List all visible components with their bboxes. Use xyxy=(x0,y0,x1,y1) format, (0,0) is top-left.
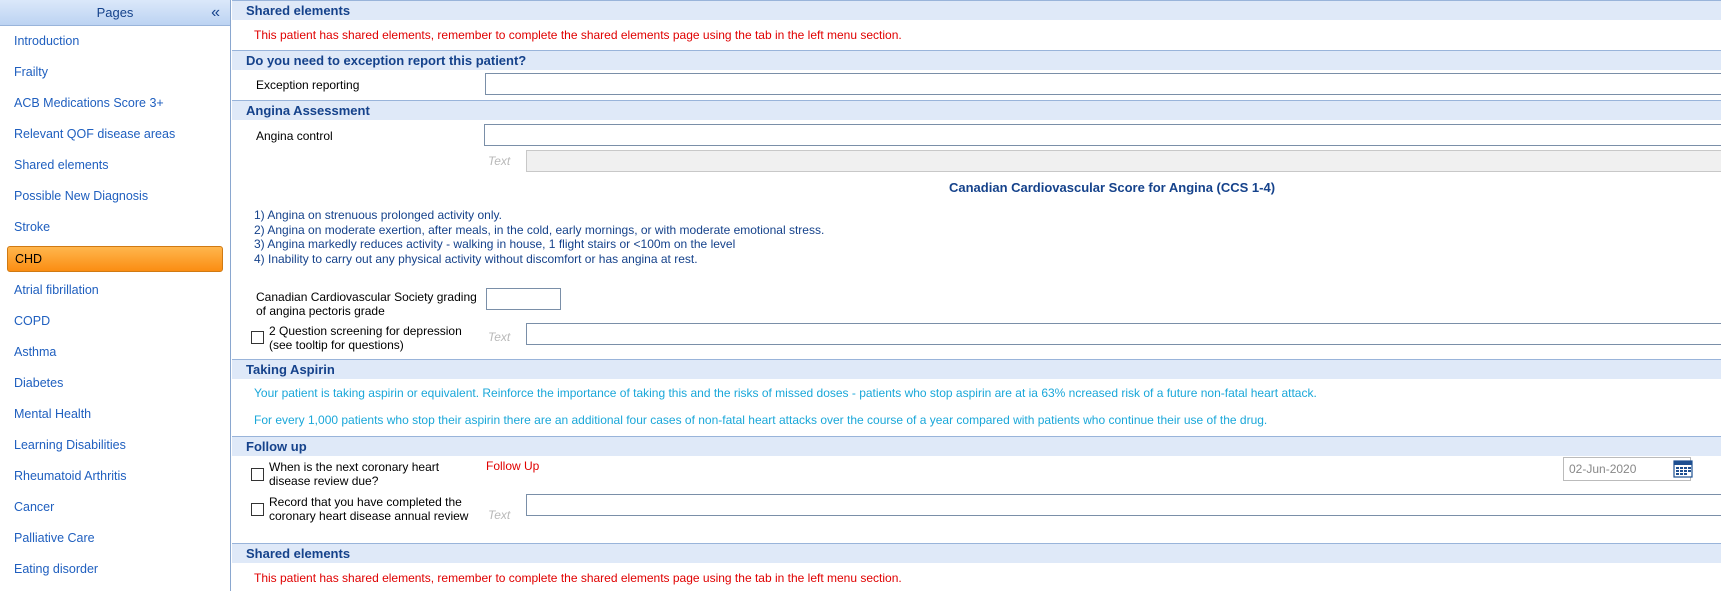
exception-reporting-select[interactable] xyxy=(485,73,1721,95)
depression-text-placeholder-label: Text xyxy=(488,330,511,344)
section-header-followup: Follow up xyxy=(232,436,1721,456)
sidebar-item-acb-medications[interactable]: ACB Medications Score 3+ xyxy=(0,88,230,119)
sidebar-item-cancer[interactable]: Cancer xyxy=(0,492,230,523)
review-due-label-line1: When is the next coronary heart xyxy=(269,460,440,474)
pages-sidebar: Pages « Introduction Frailty ACB Medicat… xyxy=(0,0,231,591)
ccs-line-2: 2) Angina on moderate exertion, after me… xyxy=(254,222,825,237)
ccs-line-4: 4) Inability to carry out any physical a… xyxy=(254,251,698,266)
ccs-grading-label-line2: of angina pectoris grade xyxy=(256,304,385,318)
aspirin-info-2: For every 1,000 patients who stop their … xyxy=(254,413,1268,427)
ccs-grading-label-line1: Canadian Cardiovascular Society grading xyxy=(256,290,477,304)
calendar-icon xyxy=(1673,460,1693,478)
review-due-checkbox[interactable] xyxy=(251,468,264,481)
exception-reporting-label: Exception reporting xyxy=(256,78,360,92)
sidebar-item-frailty[interactable]: Frailty xyxy=(0,57,230,88)
ccs-grading-label: Canadian Cardiovascular Society grading … xyxy=(256,290,477,318)
annual-review-label-line2: coronary heart disease annual review xyxy=(269,509,469,523)
calendar-button[interactable] xyxy=(1672,458,1694,480)
depression-label-line1: 2 Question screening for depression xyxy=(269,324,462,338)
sidebar-list: Introduction Frailty ACB Medications Sco… xyxy=(0,26,230,585)
main-panel: Shared elements This patient has shared … xyxy=(232,0,1721,591)
sidebar-item-chd[interactable]: CHD xyxy=(7,246,223,272)
sidebar-item-learning-disabilities[interactable]: Learning Disabilities xyxy=(0,430,230,461)
sidebar-item-rheumatoid-arthritis[interactable]: Rheumatoid Arthritis xyxy=(0,461,230,492)
angina-notes-field xyxy=(526,150,1721,172)
ccs-grade-input[interactable] xyxy=(486,288,561,310)
depression-screening-checkbox[interactable] xyxy=(251,331,264,344)
sidebar-title: Pages xyxy=(96,5,134,20)
ccs-line-3: 3) Angina markedly reduces activity - wa… xyxy=(254,237,736,251)
sidebar-item-atrial-fibrillation[interactable]: Atrial fibrillation xyxy=(0,275,230,306)
ccs-list: 1) Angina on strenuous prolonged activit… xyxy=(254,208,824,266)
section-header-exception: Do you need to exception report this pat… xyxy=(232,50,1721,70)
depression-label-line2: (see tooltip for questions) xyxy=(269,338,404,352)
sidebar-item-copd[interactable]: COPD xyxy=(0,306,230,337)
sidebar-item-diabetes[interactable]: Diabetes xyxy=(0,368,230,399)
sidebar-item-shared-elements[interactable]: Shared elements xyxy=(0,150,230,181)
sidebar-item-relevant-qof[interactable]: Relevant QOF disease areas xyxy=(0,119,230,150)
review-due-label-line2: disease review due? xyxy=(269,474,379,488)
section-header-angina: Angina Assessment xyxy=(232,100,1721,120)
ccs-line-1: 1) Angina on strenuous prolonged activit… xyxy=(254,208,502,222)
ccs-title: Canadian Cardiovascular Score for Angina… xyxy=(949,180,1276,195)
angina-text-placeholder-label: Text xyxy=(488,154,511,168)
sidebar-header: Pages « xyxy=(0,0,230,26)
depression-screening-label: 2 Question screening for depression (see… xyxy=(269,324,462,352)
sidebar-item-asthma[interactable]: Asthma xyxy=(0,337,230,368)
section-header-shared-elements-bottom: Shared elements xyxy=(232,543,1721,563)
sidebar-item-possible-new-diagnosis[interactable]: Possible New Diagnosis xyxy=(0,181,230,212)
annual-review-label-line1: Record that you have completed the xyxy=(269,495,462,509)
section-header-shared-elements-top: Shared elements xyxy=(232,0,1721,20)
shared-elements-message-bottom: This patient has shared elements, rememb… xyxy=(254,571,902,585)
depression-notes-input[interactable] xyxy=(526,323,1721,345)
sidebar-item-eating-disorder[interactable]: Eating disorder xyxy=(0,554,230,585)
sidebar-item-mental-health[interactable]: Mental Health xyxy=(0,399,230,430)
angina-control-label: Angina control xyxy=(256,129,333,143)
annual-review-text-placeholder-label: Text xyxy=(488,508,511,522)
section-header-aspirin: Taking Aspirin xyxy=(232,359,1721,379)
annual-review-notes-input[interactable] xyxy=(526,494,1721,516)
sidebar-item-stroke[interactable]: Stroke xyxy=(0,212,230,243)
aspirin-info-1: Your patient is taking aspirin or equiva… xyxy=(254,386,1317,400)
review-due-label: When is the next coronary heart disease … xyxy=(269,460,439,488)
sidebar-item-palliative-care[interactable]: Palliative Care xyxy=(0,523,230,554)
shared-elements-message-top: This patient has shared elements, rememb… xyxy=(254,28,902,42)
angina-control-select[interactable] xyxy=(484,124,1721,146)
sidebar-item-introduction[interactable]: Introduction xyxy=(0,26,230,57)
annual-review-checkbox[interactable] xyxy=(251,503,264,516)
annual-review-label: Record that you have completed the coron… xyxy=(269,495,468,523)
collapse-icon[interactable]: « xyxy=(211,0,220,26)
follow-up-link[interactable]: Follow Up xyxy=(486,459,539,473)
